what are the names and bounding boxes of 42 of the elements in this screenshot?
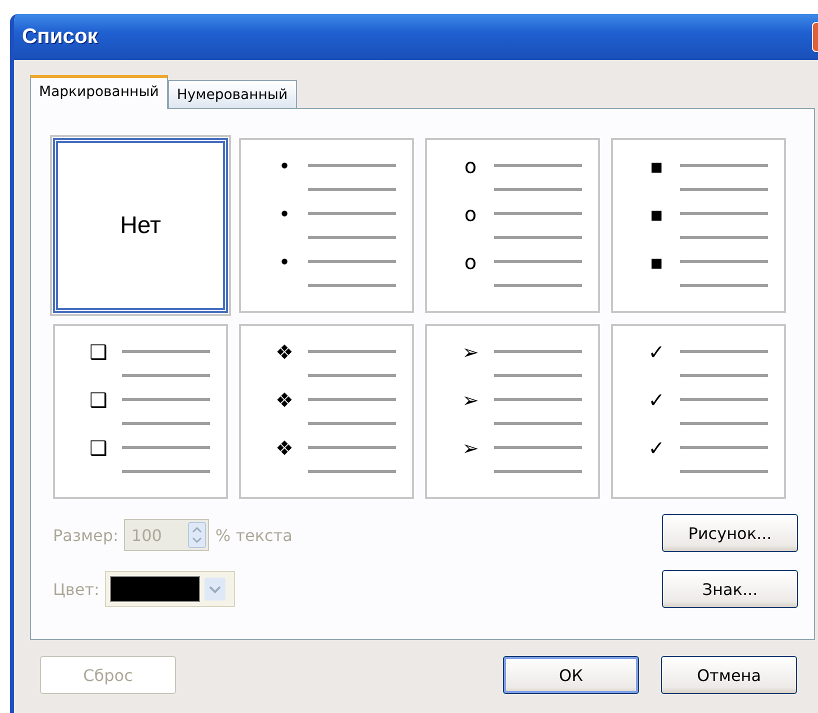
bullet-style-option[interactable]: • • • xyxy=(239,138,414,313)
bullet-symbol: ➢ xyxy=(461,388,480,412)
bullet-style-option[interactable]: ❑ ❑ ❑ xyxy=(53,324,228,499)
bullet-symbol: ▪ xyxy=(648,250,664,274)
bullet-symbol: • xyxy=(278,154,292,178)
bullet-symbol: ✓ xyxy=(647,340,666,364)
bullet-style-option[interactable]: ❖ ❖ ❖ xyxy=(239,324,414,499)
bullet-symbol: ✓ xyxy=(647,436,666,460)
dialog-button[interactable]: ОК xyxy=(503,656,639,694)
bullet-symbol: ❑ xyxy=(88,388,108,412)
bullet-symbol: ▪ xyxy=(648,154,664,178)
size-unit-label: % текста xyxy=(215,526,292,544)
bullet-symbol: • xyxy=(278,250,292,274)
bullet-symbol: ❑ xyxy=(88,340,108,364)
bullet-symbol: ➢ xyxy=(461,436,480,460)
spin-arrows-icon xyxy=(188,522,206,548)
bullet-style-option[interactable]: ✓ ✓ ✓ xyxy=(611,324,786,499)
bullet-symbol: o xyxy=(463,154,478,178)
dialog-button[interactable]: Отмена xyxy=(661,656,797,694)
bullet-symbol: • xyxy=(278,202,292,226)
color-dropdown[interactable] xyxy=(105,571,236,607)
bullet-style-option[interactable]: Нет xyxy=(53,138,228,313)
size-label: Размер: xyxy=(53,526,118,544)
window-title: Список xyxy=(22,25,99,49)
tab[interactable]: Нумерованный xyxy=(168,80,297,108)
bullet-symbol: ✓ xyxy=(647,388,666,412)
bullet-style-option[interactable]: ▪ ▪ ▪ xyxy=(611,138,786,313)
bullet-symbol: o xyxy=(463,250,478,274)
bullet-style-option[interactable]: o o o xyxy=(425,138,600,313)
bullet-symbol: ❖ xyxy=(274,340,294,364)
bullet-symbol: o xyxy=(463,202,478,226)
option-label: Нет xyxy=(120,212,161,240)
tab[interactable]: Маркированный xyxy=(30,75,168,109)
dialog-button[interactable]: Рисунок... xyxy=(662,514,798,552)
color-label: Цвет: xyxy=(53,580,100,598)
bullet-symbol: ▪ xyxy=(648,202,664,226)
bullet-symbol: ➢ xyxy=(461,340,480,364)
bullet-style-option[interactable]: ➢ ➢ ➢ xyxy=(425,324,600,499)
dialog-button[interactable]: Знак... xyxy=(662,570,798,608)
bullet-symbol: ❖ xyxy=(274,436,294,460)
bullet-symbol: ❖ xyxy=(274,388,294,412)
bullet-symbol: ❑ xyxy=(88,436,108,460)
